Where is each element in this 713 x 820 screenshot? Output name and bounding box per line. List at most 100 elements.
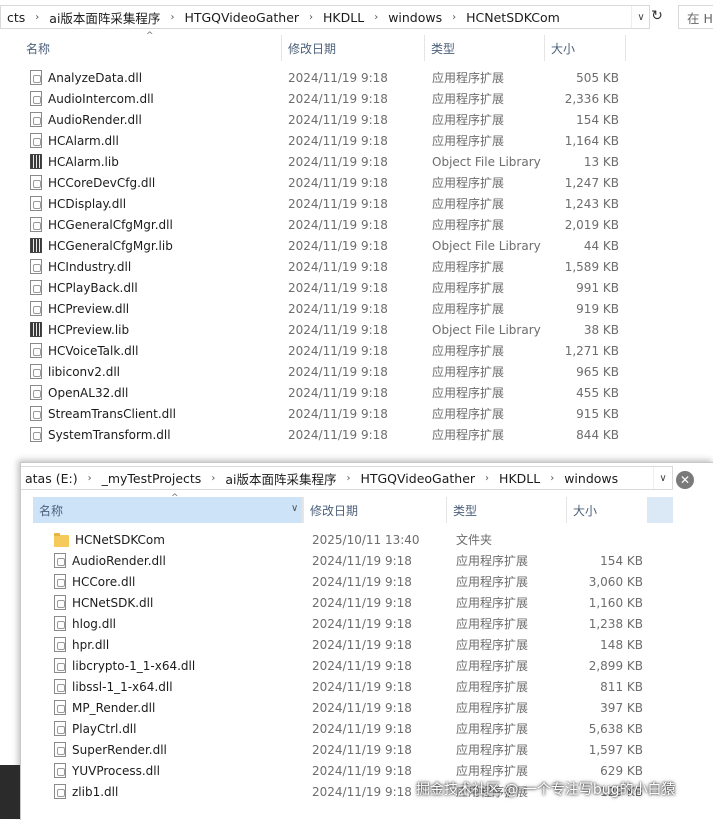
breadcrumb-item[interactable]: HKDLL [317,6,370,28]
column-header-date[interactable]: 修改日期 [282,35,425,61]
file-name-cell: OpenAL32.dll [30,382,128,403]
dll-file-icon [54,658,66,673]
file-date: 2024/11/19 9:18 [288,322,388,337]
search-input[interactable]: 在 H [678,5,713,29]
dll-file-icon [54,721,66,736]
file-name: HCGeneralCfgMgr.lib [48,238,173,253]
file-date: 2024/11/19 9:18 [288,112,388,127]
breadcrumb-chevron-icon[interactable]: › [166,12,178,23]
file-row[interactable]: HCPlayBack.dll 2024/11/19 9:18 应用程序扩展 991 K… [30,277,670,298]
column-header-type[interactable]: 类型 [447,497,567,523]
file-row[interactable]: SystemTransform.dll 2024/11/19 9:18 应用程序扩展… [30,424,670,445]
file-type: 应用程序扩展 [432,428,505,442]
column-header-name[interactable]: 名称 [33,497,303,523]
file-date: 2024/11/19 9:18 [312,679,412,694]
column-header-date[interactable]: 修改日期 [304,497,447,523]
column-filter-chevron-icon[interactable]: ∨ [291,503,298,514]
breadcrumb-item[interactable]: HCNetSDKCom [460,6,566,28]
file-row[interactable]: libcrypto-1_1-x64.dll 2024/11/19 9:18 应用程序… [54,655,694,676]
file-date: 2024/11/19 9:18 [288,301,388,316]
breadcrumb-item[interactable]: cts [1,6,31,28]
column-header-size[interactable]: 大小 [545,35,626,61]
breadcrumb-item[interactable]: ai版本面阵采集程序 [43,6,166,28]
file-name-cell: hpr.dll [54,634,109,655]
file-row[interactable]: HCGeneralCfgMgr.lib 2024/11/19 9:18 Object… [30,235,670,256]
close-icon[interactable]: ✕ [676,471,694,489]
file-name-cell: SuperRender.dll [54,739,167,760]
breadcrumb-item[interactable]: _myTestProjects [96,467,208,489]
file-row[interactable]: HCNetSDK.dll 2024/11/19 9:18 应用程序扩展 1,160 K… [54,592,694,613]
breadcrumb-label: HTGQVideoGather [184,9,300,25]
file-row[interactable]: HCAlarm.dll 2024/11/19 9:18 应用程序扩展 1,164 KB [30,130,670,151]
file-type: 应用程序扩展 [432,260,505,274]
address-bar[interactable]: atas (E:) › _myTestProjects › ai版本面阵采集程序 › HTG… [21,466,673,490]
file-row[interactable]: HCGeneralCfgMgr.dll 2024/11/19 9:18 应用程序扩展… [30,214,670,235]
file-date: 2024/11/19 9:18 [312,784,412,799]
breadcrumb-chevron-icon[interactable]: › [207,473,219,484]
file-row[interactable]: HCCoreDevCfg.dll 2024/11/19 9:18 应用程序扩展 1,2… [30,172,670,193]
file-row[interactable]: HCIndustry.dll 2024/11/19 9:18 应用程序扩展 1,589… [30,256,670,277]
file-row[interactable]: HCNetSDKCom 2025/10/11 13:40 文件夹 [54,529,694,550]
file-type: 应用程序扩展 [432,71,505,85]
file-size: 844 KB [576,427,619,442]
breadcrumb-item[interactable]: ai版本面阵采集程序 [219,467,342,489]
breadcrumb-chevron-icon[interactable]: › [481,473,493,484]
file-row[interactable]: libiconv2.dll 2024/11/19 9:18 应用程序扩展 965 KB [30,361,670,382]
file-row[interactable]: hlog.dll 2024/11/19 9:18 应用程序扩展 1,238 KB [54,613,694,634]
file-row[interactable]: AnalyzeData.dll 2024/11/19 9:18 应用程序扩展 505 … [30,67,670,88]
breadcrumb-item[interactable]: HKDLL [493,467,546,489]
file-row[interactable]: AudioIntercom.dll 2024/11/19 9:18 应用程序扩展 2,… [30,88,670,109]
breadcrumb-item[interactable]: HTGQVideoGather [178,6,305,28]
column-header-type[interactable]: 类型 [425,35,545,61]
file-row[interactable]: HCCore.dll 2024/11/19 9:18 应用程序扩展 3,060 KB [54,571,694,592]
address-history-dropdown[interactable]: ∨ [653,467,672,489]
file-row[interactable]: HCAlarm.lib 2024/11/19 9:18 Object File Li… [30,151,670,172]
file-name: YUVProcess.dll [72,763,160,778]
dll-file-icon [30,91,42,106]
breadcrumb-item[interactable]: windows [558,467,624,489]
breadcrumb-chevron-icon[interactable]: › [84,473,96,484]
breadcrumb-chevron-icon[interactable]: › [546,473,558,484]
file-size: 1,271 KB [564,343,619,358]
file-name: AnalyzeData.dll [48,70,143,85]
file-row[interactable]: HCPreview.dll 2024/11/19 9:18 应用程序扩展 919 KB [30,298,670,319]
file-row[interactable]: AudioRender.dll 2024/11/19 9:18 应用程序扩展 154 … [30,109,670,130]
breadcrumb-item[interactable]: windows [382,6,448,28]
file-row[interactable]: PlayCtrl.dll 2024/11/19 9:18 应用程序扩展 5,638 K… [54,718,694,739]
file-type: Object File Library [432,154,541,169]
file-row[interactable]: HCVoiceTalk.dll 2024/11/19 9:18 应用程序扩展 1,27… [30,340,670,361]
breadcrumb-chevron-icon[interactable]: › [370,12,382,23]
file-row[interactable]: HCDisplay.dll 2024/11/19 9:18 应用程序扩展 1,243 … [30,193,670,214]
file-row[interactable]: HCPreview.lib 2024/11/19 9:18 Object File … [30,319,670,340]
explorer-window-windows: atas (E:) › _myTestProjects › ai版本面阵采集程序 › HTG… [20,462,713,820]
file-row[interactable]: SuperRender.dll 2024/11/19 9:18 应用程序扩展 1,59… [54,739,694,760]
file-name: StreamTransClient.dll [48,406,176,421]
breadcrumb-chevron-icon[interactable]: › [448,12,460,23]
column-header-size[interactable]: 大小 [567,497,648,523]
file-name: MP_Render.dll [72,700,156,715]
breadcrumb-chevron-icon[interactable]: › [305,12,317,23]
refresh-icon[interactable]: ↻ [647,5,667,27]
file-row[interactable]: libssl-1_1-x64.dll 2024/11/19 9:18 应用程序扩展 8… [54,676,694,697]
column-header-name[interactable]: 名称 [20,35,282,61]
file-name: hlog.dll [72,616,116,631]
file-size: 397 KB [600,700,643,715]
file-name-cell: HCPlayBack.dll [30,277,138,298]
file-row[interactable]: AudioRender.dll 2024/11/19 9:18 应用程序扩展 154 … [54,550,694,571]
file-row[interactable]: YUVProcess.dll 2024/11/19 9:18 应用程序扩展 629 K… [54,760,694,781]
breadcrumb-chevron-icon[interactable]: › [342,473,354,484]
file-row[interactable]: OpenAL32.dll 2024/11/19 9:18 应用程序扩展 455 KB [30,382,670,403]
file-row[interactable]: hpr.dll 2024/11/19 9:18 应用程序扩展 148 KB [54,634,694,655]
breadcrumb-chevron-icon[interactable]: › [31,12,43,23]
file-date: 2024/11/19 9:18 [312,574,412,589]
file-name-cell: libcrypto-1_1-x64.dll [54,655,195,676]
file-name-cell: HCDisplay.dll [30,193,126,214]
file-row[interactable]: MP_Render.dll 2024/11/19 9:18 应用程序扩展 397 KB [54,697,694,718]
file-date: 2025/10/11 13:40 [312,532,420,547]
address-bar[interactable]: cts › ai版本面阵采集程序 › HTGQVideoGather › HKDLL › win… [0,5,650,29]
breadcrumb-item[interactable]: atas (E:) [21,467,84,489]
file-row[interactable]: StreamTransClient.dll 2024/11/19 9:18 应用程序… [30,403,670,424]
file-type: 应用程序扩展 [432,92,505,106]
breadcrumb-label: ai版本面阵采集程序 [49,10,161,26]
breadcrumb-item[interactable]: HTGQVideoGather [354,467,481,489]
